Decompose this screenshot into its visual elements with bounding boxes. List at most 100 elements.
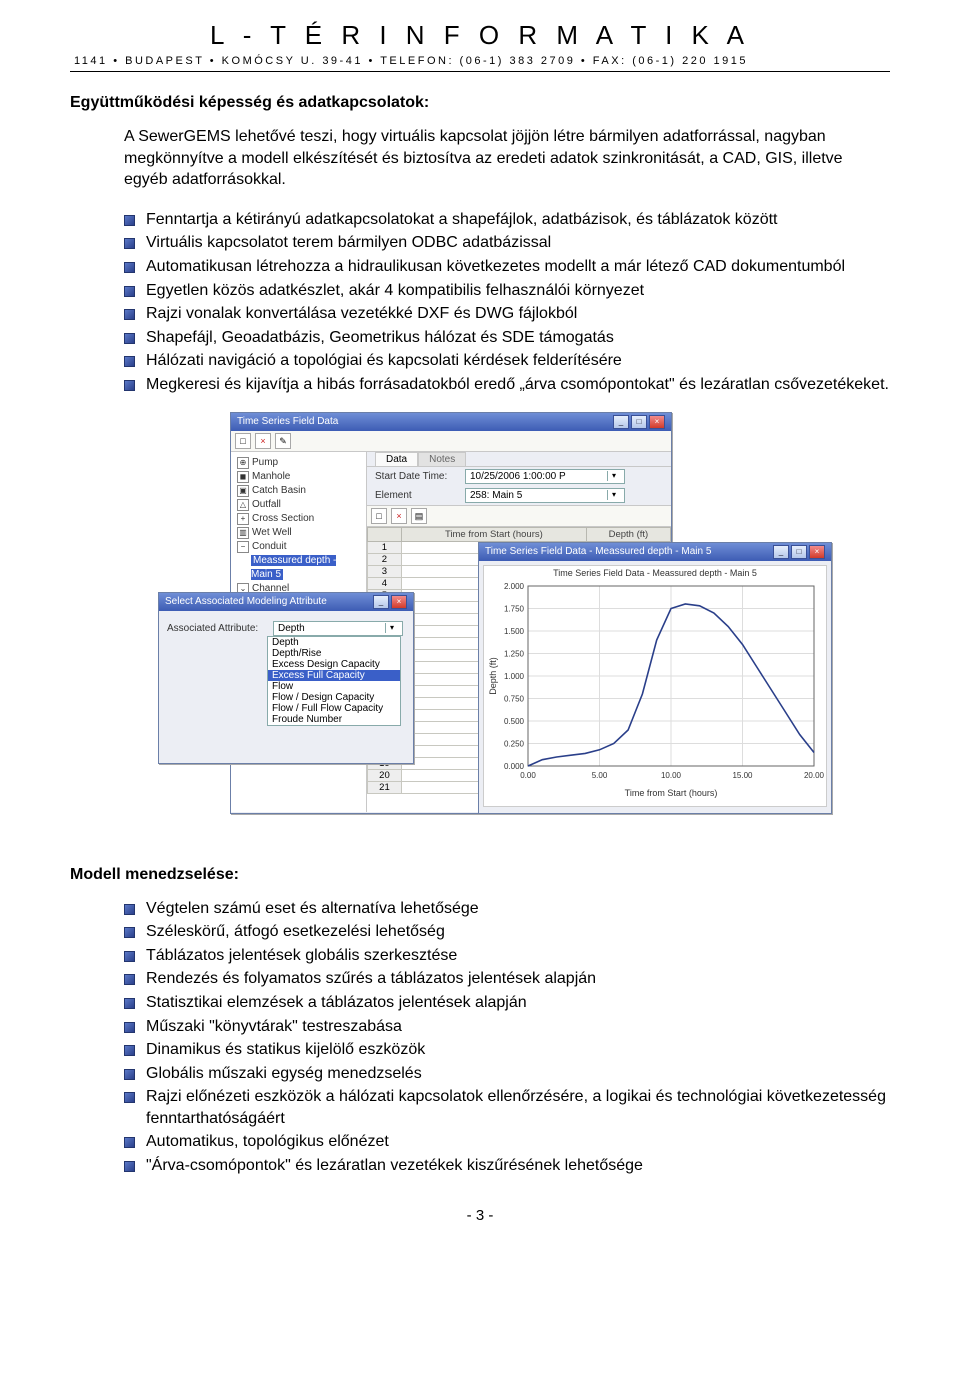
- list-item: Globális műszaki egység menedzselés: [124, 1063, 890, 1085]
- close-icon[interactable]: ×: [391, 595, 407, 609]
- svg-text:10.00: 10.00: [661, 771, 682, 780]
- assoc-attr-dropdown-list[interactable]: DepthDepth/RiseExcess Design CapacityExc…: [267, 636, 401, 726]
- svg-text:1.500: 1.500: [504, 627, 525, 636]
- list-item: Műszaki "könyvtárak" testreszabása: [124, 1016, 890, 1038]
- minimize-icon[interactable]: _: [373, 595, 389, 609]
- element-input[interactable]: 258: Main 5▾: [465, 488, 625, 503]
- list-item: Shapefájl, Geoadatbázis, Geometrikus hál…: [124, 327, 890, 349]
- list-item: Statisztikai elemzések a táblázatos jele…: [124, 992, 890, 1014]
- tree-node[interactable]: △Outfall: [237, 498, 360, 512]
- tree-node-label: Wet Well: [252, 527, 292, 538]
- column-header[interactable]: Time from Start (hours): [401, 527, 586, 541]
- column-header[interactable]: Depth (ft): [586, 527, 670, 541]
- win3-titlebar[interactable]: Time Series Field Data - Meassured depth…: [479, 543, 831, 561]
- list-item: "Árva-csomópontok" és lezáratlan vezeték…: [124, 1155, 890, 1177]
- svg-text:Time from Start (hours): Time from Start (hours): [625, 788, 718, 798]
- close-icon[interactable]: ×: [809, 545, 825, 559]
- tree-node-icon: ▥: [237, 527, 249, 539]
- table-cell: 3: [368, 565, 402, 577]
- list-item: Automatikus, topológikus előnézet: [124, 1131, 890, 1153]
- tree-node-label: Conduit: [252, 541, 286, 552]
- section1-heading: Együttműködési képesség és adatkapcsolat…: [70, 94, 890, 112]
- edit-icon[interactable]: ✎: [275, 433, 291, 449]
- tree-node[interactable]: ◼Manhole: [237, 470, 360, 484]
- list-item: Megkeresi és kijavítja a hibás forrásada…: [124, 374, 890, 396]
- section1-paragraph: A SewerGEMS lehetővé teszi, hogy virtuál…: [70, 126, 890, 191]
- svg-text:0.250: 0.250: [504, 739, 525, 748]
- tree-node[interactable]: ⊕Pump: [237, 456, 360, 470]
- column-header[interactable]: [368, 527, 402, 541]
- win2-titlebar[interactable]: Select Associated Modeling Attribute _ ×: [159, 593, 413, 611]
- table-cell: 1: [368, 541, 402, 553]
- tree-node[interactable]: +Cross Section: [237, 512, 360, 526]
- dropdown-option[interactable]: Flow / Design Capacity: [268, 692, 400, 703]
- chevron-down-icon[interactable]: ▾: [607, 471, 620, 481]
- tab-data[interactable]: Data: [375, 452, 418, 466]
- tabs: Data Notes: [367, 452, 671, 467]
- svg-text:Depth (ft): Depth (ft): [488, 657, 498, 695]
- header-title: L - T É R I N F O R M A T I K A: [70, 20, 890, 51]
- minimize-icon[interactable]: _: [613, 415, 629, 429]
- svg-text:0.750: 0.750: [504, 694, 525, 703]
- list-item: Táblázatos jelentések globális szerkeszt…: [124, 945, 890, 967]
- list-item: Virtuális kapcsolatot terem bármilyen OD…: [124, 232, 890, 254]
- tree-node[interactable]: ▥Wet Well: [237, 526, 360, 540]
- start-date-input[interactable]: 10/25/2006 1:00:00 P▾: [465, 469, 625, 484]
- list-item: Automatikusan létrehozza a hidraulikusan…: [124, 256, 890, 278]
- table-cell: 2: [368, 553, 402, 565]
- maximize-icon[interactable]: □: [631, 415, 647, 429]
- svg-text:15.00: 15.00: [732, 771, 753, 780]
- tree-node-label: Catch Basin: [252, 485, 306, 496]
- tree-node[interactable]: Meassured depth - Main 5: [237, 554, 360, 582]
- chart-icon[interactable]: ▤: [411, 508, 427, 524]
- new-icon[interactable]: □: [235, 433, 251, 449]
- maximize-icon[interactable]: □: [791, 545, 807, 559]
- close-icon[interactable]: ×: [649, 415, 665, 429]
- list-item: Végtelen számú eset és alternatíva lehet…: [124, 898, 890, 920]
- minimize-icon[interactable]: _: [773, 545, 789, 559]
- start-date-label: Start Date Time:: [375, 471, 459, 482]
- svg-text:1.750: 1.750: [504, 604, 525, 613]
- tree-node-label: Cross Section: [252, 513, 314, 524]
- dropdown-option[interactable]: Flow / Full Flow Capacity: [268, 703, 400, 714]
- dropdown-option[interactable]: Excess Full Capacity: [268, 670, 400, 681]
- assoc-attr-select[interactable]: Depth▾: [273, 621, 403, 636]
- delete-icon[interactable]: ×: [255, 433, 271, 449]
- dropdown-option[interactable]: Froude Number: [268, 714, 400, 725]
- window-select-attribute: Select Associated Modeling Attribute _ ×…: [158, 592, 414, 764]
- list-item: Rajzi vonalak konvertálása vezetékké DXF…: [124, 303, 890, 325]
- dropdown-option[interactable]: Depth/Rise: [268, 648, 400, 659]
- chevron-down-icon[interactable]: ▾: [385, 623, 398, 633]
- table-cell: 20: [368, 769, 402, 781]
- win1-toolbar: □ × ✎: [231, 431, 671, 452]
- table-cell: 21: [368, 781, 402, 793]
- dropdown-option[interactable]: Excess Design Capacity: [268, 659, 400, 670]
- page-header: L - T É R I N F O R M A T I K A 1141 • B…: [70, 20, 890, 72]
- tree-node-label: Manhole: [252, 471, 290, 482]
- dropdown-option[interactable]: Depth: [268, 637, 400, 648]
- assoc-attr-label: Associated Attribute:: [167, 623, 267, 634]
- element-label: Element: [375, 490, 459, 501]
- tree-node-icon: △: [237, 499, 249, 511]
- win2-title-text: Select Associated Modeling Attribute: [165, 596, 327, 607]
- win1-titlebar[interactable]: Time Series Field Data _ □ ×: [231, 413, 671, 431]
- dropdown-option[interactable]: Flow: [268, 681, 400, 692]
- list-item: Dinamikus és statikus kijelölő eszközök: [124, 1039, 890, 1061]
- win1-title-text: Time Series Field Data: [237, 416, 338, 427]
- section2-bullets: Végtelen számú eset és alternatíva lehet…: [70, 898, 890, 1177]
- tab-notes[interactable]: Notes: [418, 452, 466, 466]
- delete-icon[interactable]: ×: [391, 508, 407, 524]
- svg-text:0.000: 0.000: [504, 762, 525, 771]
- tree-node[interactable]: ▣Catch Basin: [237, 484, 360, 498]
- list-item: Hálózati navigáció a topológiai és kapcs…: [124, 350, 890, 372]
- svg-text:1.250: 1.250: [504, 649, 525, 658]
- svg-text:0.500: 0.500: [504, 717, 525, 726]
- svg-text:1.000: 1.000: [504, 672, 525, 681]
- chevron-down-icon[interactable]: ▾: [607, 490, 620, 500]
- tree-node-label: Meassured depth - Main 5: [251, 555, 336, 580]
- header-subtitle: 1141 • BUDAPEST • KOMÓCSY U. 39-41 • TEL…: [70, 55, 890, 67]
- screenshot-composite: Time Series Field Data _ □ × □ × ✎ ⊕Pump…: [70, 412, 890, 842]
- tree-node[interactable]: −Conduit: [237, 540, 360, 554]
- new-icon[interactable]: □: [371, 508, 387, 524]
- line-chart: 0.000 0.250 0.500 0.750 1.000 1.250 1.500 1.750…: [484, 580, 824, 800]
